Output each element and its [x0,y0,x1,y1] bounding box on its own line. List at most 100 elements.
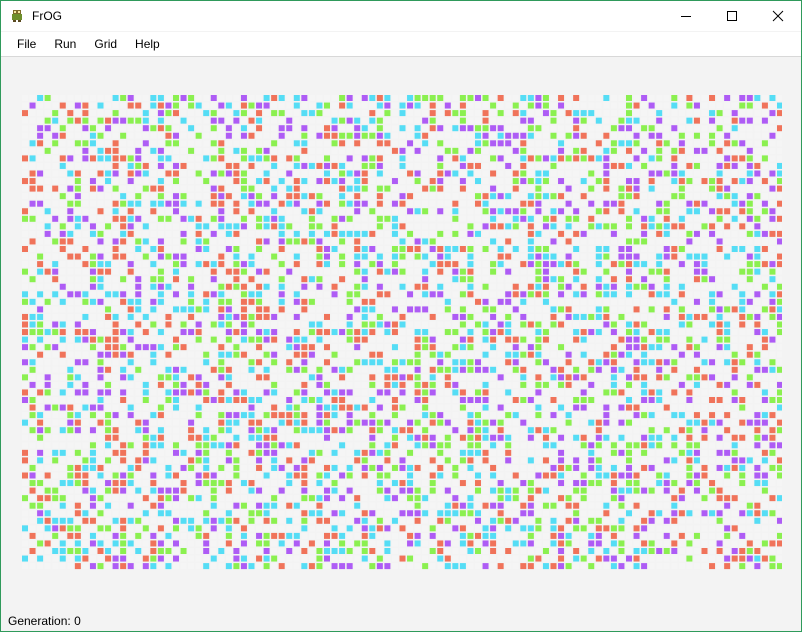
grid-cell[interactable] [558,359,565,366]
grid-cell[interactable] [142,162,149,169]
grid-cell[interactable] [482,162,489,169]
grid-cell[interactable] [173,147,179,154]
grid-cell[interactable] [573,208,580,215]
grid-cell[interactable] [746,366,753,373]
grid-cell[interactable] [293,321,300,328]
grid-cell[interactable] [173,140,179,147]
grid-cell[interactable] [376,329,383,336]
grid-cell[interactable] [308,185,315,192]
grid-cell[interactable] [59,412,66,419]
grid-cell[interactable] [74,223,81,230]
grid-cell[interactable] [693,427,700,434]
grid-cell[interactable] [324,223,330,230]
grid-cell[interactable] [588,178,595,185]
grid-cell[interactable] [97,170,104,177]
grid-cell[interactable] [407,193,414,200]
grid-cell[interactable] [467,162,474,169]
grid-cell[interactable] [52,419,59,426]
grid-cell[interactable] [542,359,549,366]
grid-cell[interactable] [150,313,157,320]
grid-cell[interactable] [225,442,232,449]
grid-cell[interactable] [512,261,519,268]
grid-cell[interactable] [641,155,648,162]
grid-cell[interactable] [278,374,285,381]
grid-cell[interactable] [346,155,353,162]
grid-cell[interactable] [248,359,255,366]
grid-cell[interactable] [173,193,179,200]
grid-cell[interactable] [505,261,512,268]
grid-cell[interactable] [22,298,28,305]
grid-cell[interactable] [112,102,119,109]
grid-cell[interactable] [693,412,700,419]
grid-cell[interactable] [316,397,323,403]
grid-cell[interactable] [195,185,202,192]
grid-cell[interactable] [558,132,565,139]
grid-cell[interactable] [233,389,240,396]
grid-cell[interactable] [29,374,36,381]
grid-cell[interactable] [89,170,96,177]
grid-cell[interactable] [105,215,112,222]
grid-cell[interactable] [157,162,164,169]
grid-cell[interactable] [648,404,655,411]
grid-cell[interactable] [301,200,308,207]
grid-cell[interactable] [52,185,59,192]
grid-cell[interactable] [399,200,406,207]
grid-cell[interactable] [716,374,723,381]
grid-cell[interactable] [550,306,557,313]
grid-cell[interactable] [195,125,202,132]
grid-cell[interactable] [626,117,632,124]
grid-cell[interactable] [37,102,44,109]
grid-cell[interactable] [490,125,497,132]
grid-cell[interactable] [37,442,44,449]
grid-cell[interactable] [610,132,617,139]
grid-cell[interactable] [52,329,59,336]
grid-cell[interactable] [558,427,565,434]
grid-cell[interactable] [346,261,353,268]
grid-cell[interactable] [376,215,383,222]
grid-cell[interactable] [105,434,112,441]
grid-cell[interactable] [391,366,398,373]
grid-cell[interactable] [724,223,731,230]
grid-cell[interactable] [142,117,149,124]
grid-cell[interactable] [565,193,572,200]
grid-cell[interactable] [618,253,625,260]
grid-cell[interactable] [520,268,527,275]
grid-cell[interactable] [218,200,225,207]
grid-cell[interactable] [59,366,66,373]
grid-cell[interactable] [157,397,164,403]
grid-cell[interactable] [112,434,119,441]
grid-cell[interactable] [512,321,519,328]
grid-cell[interactable] [354,132,361,139]
grid-cell[interactable] [746,268,753,275]
grid-cell[interactable] [188,208,195,215]
grid-cell[interactable] [678,321,685,328]
grid-cell[interactable] [59,170,66,177]
grid-cell[interactable] [618,95,625,101]
grid-cell[interactable] [482,125,489,132]
grid-cell[interactable] [452,434,459,441]
grid-cell[interactable] [746,223,753,230]
grid-cell[interactable] [67,449,74,456]
grid-cell[interactable] [739,178,746,185]
grid-cell[interactable] [150,419,157,426]
grid-cell[interactable] [135,208,142,215]
grid-cell[interactable] [225,132,232,139]
grid-cell[interactable] [286,230,293,237]
grid-cell[interactable] [475,344,481,351]
grid-cell[interactable] [724,268,731,275]
grid-cell[interactable] [595,208,602,215]
grid-cell[interactable] [520,193,527,200]
grid-cell[interactable] [512,374,519,381]
grid-cell[interactable] [686,95,693,101]
grid-cell[interactable] [74,170,81,177]
grid-cell[interactable] [633,351,640,358]
grid-cell[interactable] [384,110,391,117]
grid-cell[interactable] [369,185,376,192]
grid-cell[interactable] [248,351,255,358]
grid-cell[interactable] [459,185,466,192]
grid-cell[interactable] [74,374,81,381]
grid-cell[interactable] [558,261,565,268]
grid-cell[interactable] [369,283,376,290]
grid-cell[interactable] [520,313,527,320]
grid-cell[interactable] [603,178,610,185]
